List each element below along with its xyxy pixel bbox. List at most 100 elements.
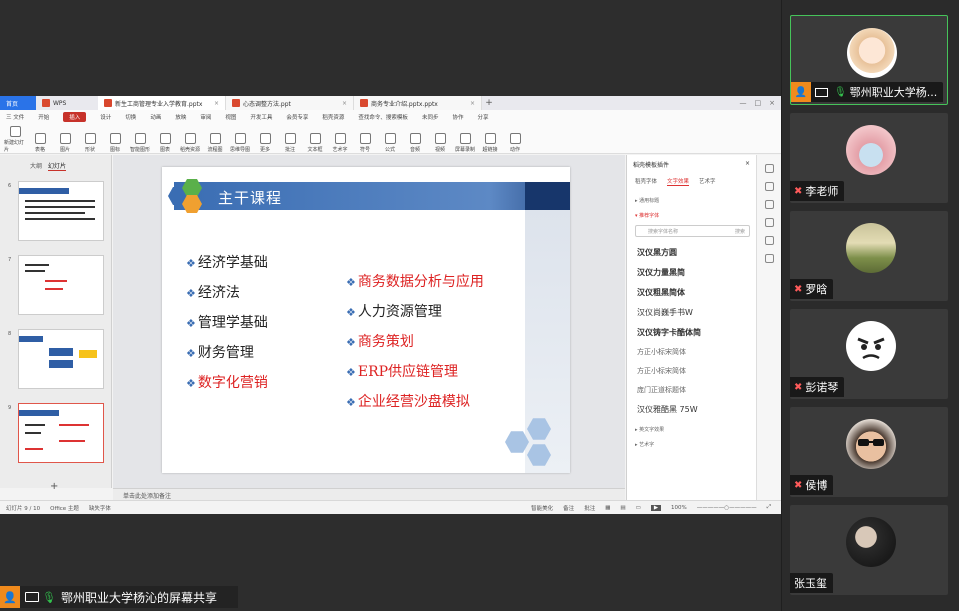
settings-icon[interactable] xyxy=(764,254,774,263)
ribbon-button[interactable]: 图表 xyxy=(154,125,176,153)
tab-doc-2[interactable]: 心态调整方法.ppt × xyxy=(226,96,354,110)
play-icon[interactable]: ▶ xyxy=(650,504,662,511)
menu-item[interactable]: 协作 xyxy=(452,113,463,121)
ribbon-button[interactable]: 艺术字 xyxy=(329,125,351,153)
participant-card[interactable]: 👤 🎙 鄂州职业大学杨... xyxy=(790,15,948,105)
ribbon-button[interactable]: 符号 xyxy=(354,125,376,153)
tab-art-text[interactable]: 艺术字 xyxy=(699,177,716,186)
participant-card[interactable]: 张玉玺 xyxy=(790,505,948,595)
shape-icon[interactable] xyxy=(764,182,774,191)
font-item[interactable]: 汉仪铸字卡酷体简 xyxy=(627,321,756,341)
font-item[interactable]: 庞门正道标题体 xyxy=(627,379,756,398)
menu-item[interactable]: 视图 xyxy=(225,113,236,121)
menu-item[interactable]: 三 文件 xyxy=(6,113,24,121)
close-icon[interactable]: × xyxy=(214,100,219,107)
participant-card[interactable]: ✖ 彭诺琴 xyxy=(790,309,948,399)
ribbon-button[interactable]: 形状 xyxy=(79,125,101,153)
close-icon[interactable]: × xyxy=(745,160,750,169)
close-icon[interactable]: × xyxy=(342,100,347,107)
font-search-input[interactable]: 搜索字体名称 搜索 xyxy=(635,225,750,237)
ribbon-button[interactable]: 动作 xyxy=(504,125,526,153)
sorter-view-icon[interactable]: ▤ xyxy=(620,505,625,511)
ribbon-button[interactable]: 图标 xyxy=(104,125,126,153)
font-item[interactable]: 汉仪尚巍手书W xyxy=(627,301,756,321)
ribbon-button[interactable]: 文本框 xyxy=(304,125,326,153)
close-window-icon[interactable]: × xyxy=(769,99,775,107)
template-icon[interactable] xyxy=(764,200,774,209)
section-english[interactable]: ▸ 英文字效果 xyxy=(627,418,756,433)
tab-outline[interactable]: 大纲 xyxy=(30,161,42,171)
tab-wps[interactable]: WPS xyxy=(36,96,98,110)
tab-text-effects[interactable]: 文字效果 xyxy=(667,177,690,186)
comments-button[interactable]: 批注 xyxy=(584,504,595,512)
zoom-level[interactable]: 100% xyxy=(671,505,687,511)
new-tab-button[interactable]: + xyxy=(482,98,496,108)
participant-card[interactable]: ✖ 罗晗 xyxy=(790,211,948,301)
slide[interactable]: 主干课程 ❖ 经济学基础 ❖ 经济法 ❖ 管理学基础 ❖ 财务管理 ❖ 数字化营销 ❖ 商务数据分析与… xyxy=(162,167,570,473)
missing-font[interactable]: 缺失字体 xyxy=(89,504,111,512)
ribbon-button[interactable]: 超链接 xyxy=(479,125,501,153)
ribbon-button[interactable]: 屏幕录制 xyxy=(454,125,476,153)
select-icon[interactable] xyxy=(764,164,774,173)
ribbon-button[interactable]: 流程图 xyxy=(204,125,226,153)
ribbon-button[interactable]: 思维导图 xyxy=(229,125,251,153)
menu-item[interactable]: 切换 xyxy=(125,113,136,121)
menu-item[interactable]: 查找命令、搜索模板 xyxy=(358,113,408,121)
ribbon-button[interactable]: 视频 xyxy=(429,125,451,153)
menu-item[interactable]: 开发工具 xyxy=(250,113,272,121)
ribbon-button[interactable]: 批注 xyxy=(279,125,301,153)
zoom-slider[interactable]: —————○————— xyxy=(697,505,757,511)
normal-view-icon[interactable]: ▦ xyxy=(605,505,610,511)
font-item[interactable]: 方正小标宋简体 xyxy=(627,360,756,379)
font-icon[interactable] xyxy=(764,236,774,245)
font-item[interactable]: 汉仪粗黑简体 xyxy=(627,281,756,301)
ribbon-button[interactable]: 公式 xyxy=(379,125,401,153)
tab-daoke-fonts[interactable]: 稻壳字体 xyxy=(635,177,657,186)
font-item[interactable]: 方正小标宋简体 xyxy=(627,341,756,360)
menu-item[interactable]: 插入 xyxy=(63,112,87,122)
participant-card[interactable]: ✖ 侯博 xyxy=(790,407,948,497)
menu-item[interactable]: 动画 xyxy=(150,113,161,121)
slide-thumbnail-9[interactable]: 9 xyxy=(6,403,106,463)
ribbon-button[interactable]: 音频 xyxy=(404,125,426,153)
tab-doc-3[interactable]: 商务专业介绍.pptx.pptx × xyxy=(354,96,482,110)
section-art[interactable]: ▸ 艺术字 xyxy=(627,433,756,448)
minimize-icon[interactable]: — xyxy=(740,99,747,107)
ribbon-button[interactable]: 智能图形 xyxy=(129,125,151,153)
section-recommended[interactable]: ▾ 推荐字体 xyxy=(627,204,756,219)
beautify-button[interactable]: 智能美化 xyxy=(531,504,553,512)
notes-button[interactable]: 备注 xyxy=(563,504,574,512)
ribbon-button[interactable]: 更多 xyxy=(254,125,276,153)
font-item[interactable]: 汉仪黑方圆 xyxy=(627,241,756,261)
section-general[interactable]: ▸ 通用标题 xyxy=(627,189,756,204)
notes-pane[interactable]: 单击此处添加备注 xyxy=(113,488,625,500)
slide-thumbnail-8[interactable]: 8 xyxy=(6,329,106,389)
close-icon[interactable]: × xyxy=(470,100,475,107)
ribbon-button[interactable]: 图片 xyxy=(54,125,76,153)
tab-slides[interactable]: 幻灯片 xyxy=(48,161,67,171)
menu-item[interactable]: 分享 xyxy=(477,113,488,121)
ribbon-button[interactable]: 表格 xyxy=(29,125,51,153)
ribbon-button[interactable]: 新建幻灯片 xyxy=(4,125,26,153)
menu-item[interactable]: 设计 xyxy=(100,113,111,121)
maximize-icon[interactable]: □ xyxy=(755,99,762,107)
menu-item[interactable]: 未同步 xyxy=(422,113,439,121)
font-item[interactable]: 汉仪雅酷黑 75W xyxy=(627,398,756,418)
tab-home[interactable]: 首页 xyxy=(0,96,36,110)
help-icon[interactable] xyxy=(764,218,774,227)
slide-thumbnail-6[interactable]: 6 xyxy=(6,181,106,241)
menu-item[interactable]: 开始 xyxy=(38,113,49,121)
reading-view-icon[interactable]: ▭ xyxy=(636,505,641,511)
menu-item[interactable]: 稻壳资源 xyxy=(322,113,344,121)
menu-item[interactable]: 会员专享 xyxy=(286,113,308,121)
menu-item[interactable]: 放映 xyxy=(175,113,186,121)
search-button[interactable]: 搜索 xyxy=(735,228,745,235)
tab-doc-1[interactable]: 新生工商管理专业入学教育.pptx × xyxy=(98,96,226,110)
fit-icon[interactable]: ⤢ xyxy=(767,504,771,511)
ribbon-button[interactable]: 稻壳资源 xyxy=(179,125,201,153)
menu-item[interactable]: 审阅 xyxy=(200,113,211,121)
add-slide-button[interactable]: + xyxy=(50,481,58,492)
participant-card[interactable]: ✖ 李老师 xyxy=(790,113,948,203)
font-item[interactable]: 汉仪力量黑简 xyxy=(627,261,756,281)
slide-thumbnail-7[interactable]: 7 xyxy=(6,255,106,315)
